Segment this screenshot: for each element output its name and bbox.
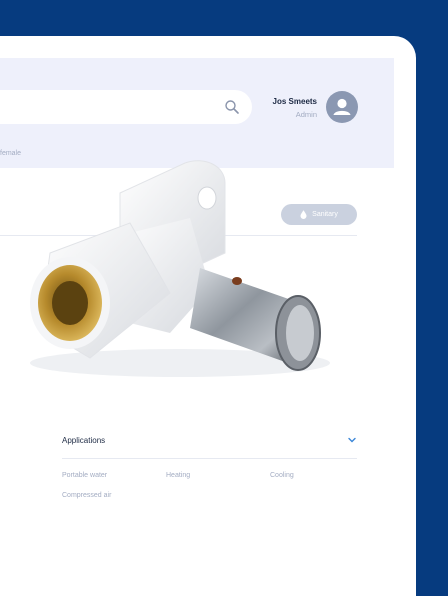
user-name: Jos Smeets (272, 97, 317, 106)
application-item: Cooling (270, 472, 294, 479)
user-icon (333, 98, 351, 115)
search-icon[interactable] (224, 99, 240, 115)
avatar[interactable] (326, 91, 358, 123)
user-role: Admin (295, 110, 317, 119)
search-input[interactable] (0, 90, 252, 124)
chevron-down-icon[interactable] (347, 436, 357, 444)
application-item: Heating (166, 472, 191, 479)
breadcrumb[interactable]: female (0, 150, 21, 157)
application-item: Compressed air (62, 492, 112, 499)
divider (62, 458, 357, 459)
application-item: Portable water (62, 472, 108, 479)
applications-title[interactable]: Applications (62, 436, 105, 445)
product-image (30, 160, 330, 377)
